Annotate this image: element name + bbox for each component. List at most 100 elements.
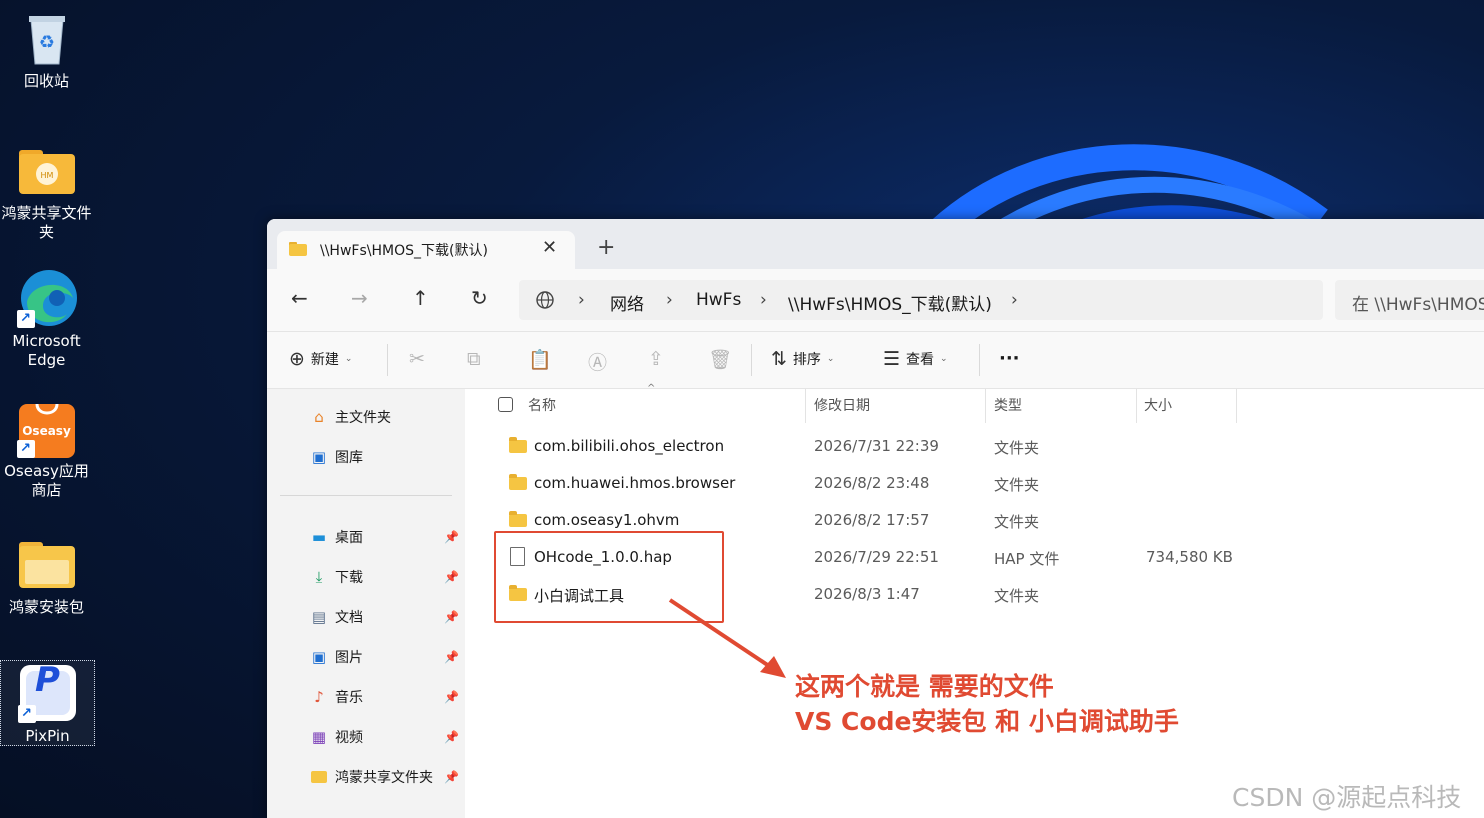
file-type: 文件夹: [994, 587, 1040, 605]
cut-button[interactable]: ✂: [409, 348, 425, 370]
sidebar-item-label: 文档: [335, 610, 363, 626]
breadcrumb-current-folder[interactable]: \\HwFs\HMOS_下载(默认): [788, 290, 992, 315]
back-button[interactable]: ←: [291, 287, 308, 309]
search-placeholder: 在 \\HwFs\HMOS: [1352, 295, 1484, 315]
pixpin-glyph: P: [35, 660, 60, 700]
toolbar-divider: [751, 344, 752, 376]
chevron-down-icon: ⌄: [344, 354, 353, 364]
more-options-button[interactable]: ···: [999, 348, 1020, 369]
share-button[interactable]: ⇪: [648, 348, 664, 370]
column-header-modified[interactable]: 修改日期: [814, 395, 870, 415]
column-header-name[interactable]: 名称: [528, 395, 556, 415]
file-name: com.oseasy1.ohvm: [534, 511, 680, 529]
desktop-icon-oseasy-store[interactable]: Oseasy ↗ Oseasy应用商店: [0, 398, 93, 500]
copy-button[interactable]: ⧉: [467, 348, 481, 370]
folder-icon: [509, 437, 527, 453]
sidebar-item-harmony-shared-folder[interactable]: 鸿蒙共享文件夹 📌: [309, 765, 459, 789]
desktop-icon-pixpin[interactable]: P ↗ PixPin: [0, 660, 95, 746]
clipboard-icon: 📋: [528, 349, 552, 371]
home-icon: ⌂: [314, 408, 324, 426]
pin-icon: 📌: [444, 770, 459, 784]
file-row[interactable]: com.huawei.hmos.browser 2026/8/2 23:48 文…: [465, 468, 1484, 498]
folder-icon: [17, 534, 77, 594]
document-icon: ▤: [311, 608, 327, 626]
file-modified: 2026/8/2 23:48: [814, 474, 930, 492]
column-divider[interactable]: [805, 389, 806, 423]
file-modified: 2026/8/2 17:57: [814, 511, 930, 529]
folder-icon: [509, 474, 527, 490]
svg-text:♻: ♻: [38, 32, 54, 53]
pin-icon: 📌: [444, 690, 459, 704]
breadcrumb-network[interactable]: 网络: [610, 290, 644, 315]
sidebar-item-pictures[interactable]: ▣ 图片 📌: [309, 645, 459, 669]
desktop-icon-recycle-bin[interactable]: ♻ 回收站: [0, 8, 93, 91]
select-all-checkbox[interactable]: [498, 397, 513, 412]
delete-button[interactable]: 🗑: [708, 348, 732, 371]
sort-ascending-icon: ^: [647, 383, 656, 394]
sidebar-item-label: 下载: [335, 570, 363, 586]
sidebar-item-label: 视频: [335, 730, 363, 746]
share-icon: ⇪: [648, 348, 664, 370]
desktop-icon-label: 鸿蒙安装包: [8, 598, 84, 616]
file-modified: 2026/7/29 22:51: [814, 548, 939, 566]
refresh-button[interactable]: ↻: [471, 287, 488, 309]
chevron-down-icon: ⌄: [826, 354, 835, 364]
pixpin-icon: P ↗: [17, 660, 78, 723]
oseasy-store-icon: Oseasy ↗: [16, 398, 77, 458]
breadcrumb-hwfs[interactable]: HwFs: [696, 290, 741, 310]
sidebar-item-videos[interactable]: ▦ 视频 📌: [309, 725, 459, 749]
sidebar-item-desktop[interactable]: ▬ 桌面 📌: [309, 525, 459, 549]
tab-current[interactable]: \\HwFs\HMOS_下载(默认) ✕: [277, 231, 575, 269]
sidebar-item-label: 图片: [335, 650, 363, 666]
list-view-icon: ☰: [883, 348, 901, 370]
watermark: CSDN @源起点科技: [1232, 783, 1462, 812]
breadcrumb-separator: ›: [760, 290, 767, 310]
paste-button[interactable]: 📋: [528, 348, 552, 371]
copy-icon: ⧉: [467, 348, 481, 370]
desktop-icon-harmony-install-pack[interactable]: 鸿蒙安装包: [0, 534, 93, 617]
desktop-icon-label: 回收站: [23, 72, 69, 90]
shortcut-arrow-icon: ↗: [17, 705, 36, 723]
file-type: 文件夹: [994, 513, 1040, 531]
view-label: 查看: [906, 352, 935, 368]
file-modified: 2026/7/31 22:39: [814, 437, 939, 455]
sidebar-item-downloads[interactable]: ⤓ 下载 📌: [309, 565, 459, 589]
column-divider[interactable]: [1236, 389, 1237, 423]
column-divider[interactable]: [1136, 389, 1137, 423]
chevron-down-icon: ⌄: [940, 354, 948, 364]
column-header-type[interactable]: 类型: [994, 395, 1022, 415]
sidebar-item-music[interactable]: ♪ 音乐 📌: [309, 685, 459, 709]
annotation-line-2: VS Code安装包 和 小白调试助手: [795, 707, 1179, 736]
file-row[interactable]: com.bilibili.ohos_electron 2026/7/31 22:…: [465, 431, 1484, 461]
oseasy-badge-text: Oseasy: [22, 424, 71, 438]
sidebar-item-label: 主文件夹: [335, 410, 391, 426]
desktop-icon-edge[interactable]: ↗ Microsoft Edge: [0, 268, 93, 370]
desktop-icon-label: Microsoft Edge: [12, 332, 81, 369]
edge-icon: ↗: [16, 268, 77, 328]
breadcrumb-separator: ›: [666, 290, 673, 310]
sort-button[interactable]: ⇅ 排序 ⌄: [771, 348, 834, 370]
sidebar-item-home[interactable]: ⌂ 主文件夹: [309, 405, 459, 429]
command-bar: ⊕ 新建 ⌄ ✂ ⧉ 📋 Ⓐ ⇪ 🗑 ⇅ 排序 ⌄ ☰ 查看 ⌄ ···: [267, 332, 1484, 389]
new-tab-button[interactable]: +: [597, 237, 615, 259]
column-header-size[interactable]: 大小: [1144, 395, 1172, 415]
recycle-bin-icon: ♻: [17, 8, 77, 68]
sidebar-item-label: 图库: [335, 450, 363, 466]
music-icon: ♪: [314, 688, 324, 706]
desktop-icon-harmony-shared-folder[interactable]: HM 鸿蒙共享文件夹: [0, 140, 93, 242]
address-bar[interactable]: › 网络 › HwFs › \\HwFs\HMOS_下载(默认) ›: [519, 280, 1323, 320]
sidebar-item-gallery[interactable]: ▣ 图库: [309, 445, 459, 469]
view-button[interactable]: ☰ 查看 ⌄: [883, 348, 948, 370]
forward-button[interactable]: →: [351, 287, 368, 309]
folder-icon: [309, 767, 329, 787]
column-divider[interactable]: [985, 389, 986, 423]
search-box[interactable]: 在 \\HwFs\HMOS: [1335, 280, 1484, 320]
file-type: HAP 文件: [994, 550, 1060, 568]
close-tab-icon[interactable]: ✕: [542, 237, 557, 258]
sidebar-item-documents[interactable]: ▤ 文档 📌: [309, 605, 459, 629]
sidebar-item-label: 桌面: [335, 530, 363, 546]
up-button[interactable]: ↑: [412, 287, 429, 309]
rename-button[interactable]: Ⓐ: [588, 348, 607, 375]
new-button[interactable]: ⊕ 新建 ⌄: [289, 348, 352, 370]
toolbar-divider: [387, 344, 388, 376]
